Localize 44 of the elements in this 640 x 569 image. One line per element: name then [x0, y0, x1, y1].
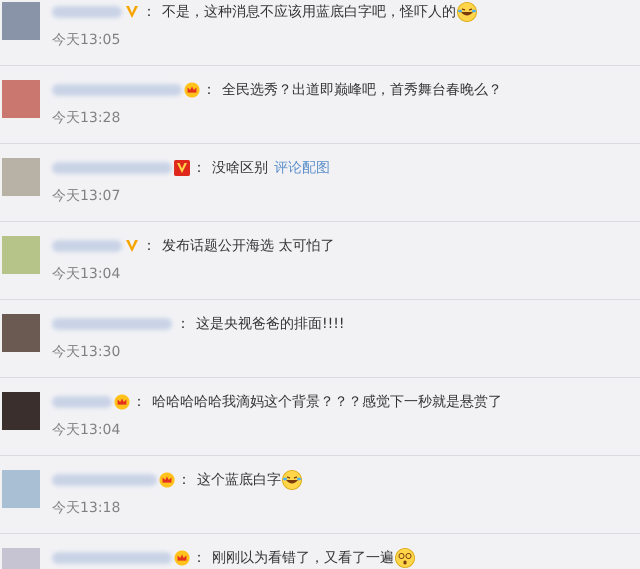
crown-icon — [114, 394, 130, 410]
comment-text: 全民选秀？出道即巅峰吧，首秀舞台春晚么？ — [222, 81, 502, 99]
blurred-username — [52, 240, 122, 252]
crown-icon — [184, 82, 200, 98]
comment-time: 今天13:04 — [52, 265, 122, 283]
avatar-placeholder[interactable] — [2, 80, 40, 118]
avatar-placeholder[interactable] — [2, 158, 40, 196]
colon: ： — [132, 393, 146, 411]
blurred-username — [52, 6, 122, 18]
colon: ： — [176, 315, 190, 333]
crown-icon — [174, 550, 190, 566]
comment-text: 发布话题公开海选 太可怕了 — [162, 237, 334, 255]
avatar-placeholder[interactable] — [2, 470, 40, 508]
avatar-placeholder[interactable] — [2, 2, 40, 40]
colon: ： — [177, 471, 191, 489]
comment-time: 今天13:30 — [52, 343, 122, 361]
laughing-emoji-icon — [282, 470, 302, 490]
laughing-emoji-icon — [457, 2, 477, 22]
colon: ： — [202, 81, 216, 99]
comment-time: 今天13:04 — [52, 421, 122, 439]
comment-text: 没啥区别 — [212, 159, 268, 177]
comment-text: 这是央视爸爸的排面!!!! — [196, 315, 344, 333]
crown-icon — [159, 472, 175, 488]
comment-time: 今天13:28 — [52, 109, 122, 127]
colon: ： — [192, 159, 206, 177]
colon: ： — [142, 3, 156, 21]
avatar-placeholder[interactable] — [2, 392, 40, 430]
dizzy-emoji-icon — [395, 548, 415, 568]
comment-time: 今天13:05 — [52, 31, 122, 49]
avatar-placeholder[interactable] — [2, 236, 40, 274]
comment-text: 刚刚以为看错了，又看了一遍 — [212, 549, 394, 567]
v-badge-icon — [124, 238, 140, 254]
colon: ： — [192, 549, 206, 567]
v-badge-icon — [124, 4, 140, 20]
colon: ： — [142, 237, 156, 255]
comment-text: 哈哈哈哈哈我滴妈这个背景？？？感觉下一秒就是悬赏了 — [152, 393, 502, 411]
blurred-username — [52, 396, 112, 408]
avatar-placeholder[interactable] — [2, 314, 40, 352]
comment-text: 这个蓝底白字 — [197, 471, 281, 489]
comment-text: 不是，这种消息不应该用蓝底白字吧，怪吓人的 — [162, 3, 456, 21]
comment-image-link[interactable]: 评论配图 — [274, 159, 330, 177]
v-badge-icon — [174, 160, 190, 176]
comment-time: 今天13:07 — [52, 187, 122, 205]
comment-time: 今天13:18 — [52, 499, 122, 517]
